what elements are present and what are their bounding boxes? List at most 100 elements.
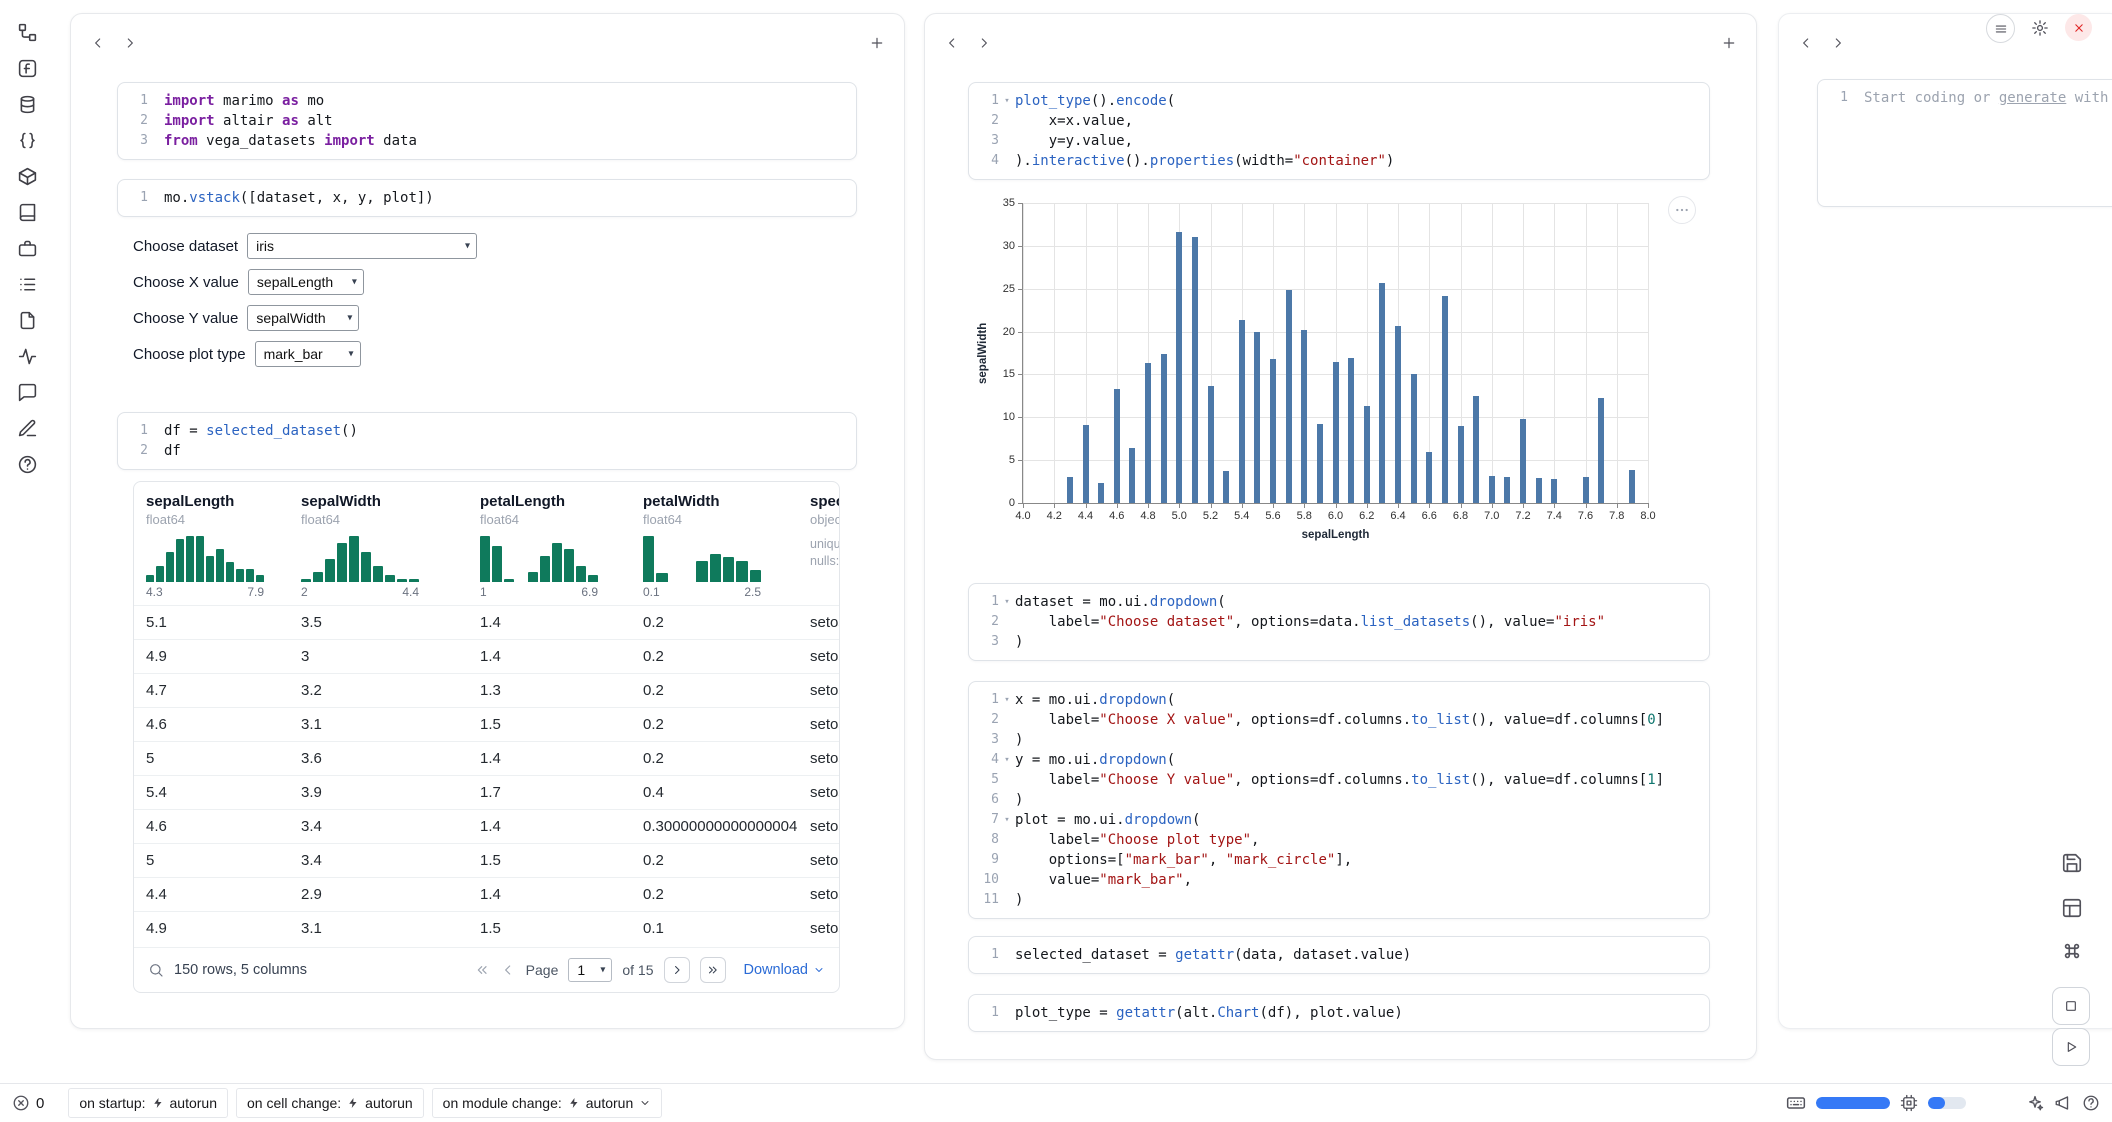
cell-plot-type-editor[interactable]: 1plot_type = getattr(alt.Chart(df), plot… (968, 994, 1710, 1032)
chart-bar[interactable] (1395, 326, 1401, 503)
chart-bar[interactable] (1442, 296, 1448, 503)
functions-icon[interactable] (17, 58, 38, 79)
autorun-on-cell-change-button[interactable]: on cell change:autorun (236, 1088, 424, 1118)
files-icon[interactable] (17, 310, 38, 331)
chart-bar[interactable] (1598, 398, 1604, 503)
page-select[interactable]: 1 (568, 958, 612, 982)
chart-bar[interactable] (1270, 359, 1276, 503)
column-header[interactable]: speciesobject (798, 492, 839, 528)
chart-bar[interactable] (1426, 452, 1432, 503)
table-row[interactable]: 4.42.91.40.2setosa (134, 877, 839, 911)
panel-forward-button[interactable] (971, 30, 997, 56)
variables-icon[interactable] (17, 130, 38, 151)
panel-forward-button[interactable] (1825, 30, 1851, 56)
table-row[interactable]: 5.43.91.70.4setosa (134, 775, 839, 809)
tracing-icon[interactable] (17, 346, 38, 367)
documentation-icon[interactable] (17, 202, 38, 223)
chart-bar[interactable] (1489, 476, 1495, 503)
cell-widgets-editor[interactable]: 1▾x = mo.ui.dropdown(2 label="Choose X v… (968, 681, 1710, 919)
cell-vstack-editor[interactable]: 1mo.vstack([dataset, x, y, plot]) (117, 179, 857, 217)
chart-bar[interactable] (1223, 471, 1229, 503)
table-row[interactable]: 4.93.11.50.1setosa (134, 911, 839, 945)
table-row[interactable]: 4.931.40.2setosa (134, 639, 839, 673)
x-value-select[interactable]: sepalLength (248, 269, 364, 295)
chart-bar[interactable] (1176, 232, 1182, 503)
errors-indicator[interactable]: 0 (12, 1094, 44, 1112)
add-cell-button[interactable] (1716, 30, 1742, 56)
chart-bar[interactable] (1254, 332, 1260, 503)
dataset-select[interactable]: iris (247, 233, 477, 259)
cell-imports-editor[interactable]: 1import marimo as mo2import altair as al… (117, 82, 857, 160)
table-row[interactable]: 4.63.41.40.30000000000000004setosa (134, 809, 839, 843)
autorun-on-startup-button[interactable]: on startup:autorun (68, 1088, 228, 1118)
table-row[interactable]: 53.41.50.2setosa (134, 843, 839, 877)
chart-bar[interactable] (1551, 479, 1557, 503)
last-page-button[interactable] (700, 957, 726, 983)
download-button[interactable]: Download (744, 962, 826, 978)
cell-dataframe-editor[interactable]: 1df = selected_dataset()2df (117, 412, 857, 470)
keyboard-shortcuts-button[interactable] (2061, 940, 2083, 962)
chat-icon[interactable] (17, 382, 38, 403)
prev-page-button[interactable] (500, 962, 516, 978)
chart-bar[interactable] (1317, 424, 1323, 503)
fold-icon[interactable]: ▾ (999, 750, 1015, 770)
panel-back-button[interactable] (85, 30, 111, 56)
chart-bar[interactable] (1098, 483, 1104, 503)
help-icon[interactable] (17, 454, 38, 475)
chart-bar[interactable] (1161, 354, 1167, 503)
y-value-select[interactable]: sepalWidth (247, 305, 359, 331)
cell-selected-dataset-editor[interactable]: 1selected_dataset = getattr(data, datase… (968, 936, 1710, 974)
chart-bar[interactable] (1129, 448, 1135, 503)
fold-icon[interactable]: ▾ (999, 690, 1015, 710)
next-page-button[interactable] (664, 957, 690, 983)
plot-type-select[interactable]: mark_bar (255, 341, 361, 367)
column-histogram[interactable] (480, 536, 598, 582)
keyboard-icon[interactable] (1786, 1093, 1806, 1113)
datasources-icon[interactable] (17, 94, 38, 115)
table-row[interactable]: 53.61.40.2setosa (134, 741, 839, 775)
first-page-button[interactable] (474, 962, 490, 978)
snippets-icon[interactable] (17, 238, 38, 259)
app-preview-button[interactable] (2052, 987, 2090, 1025)
notebook-menu-button[interactable] (1986, 14, 2015, 43)
chart-bar[interactable] (1458, 426, 1464, 503)
export-button[interactable] (2061, 852, 2083, 874)
chart-bar[interactable] (1286, 290, 1292, 503)
settings-button[interactable] (2026, 14, 2053, 41)
autorun-on-module-change-button[interactable]: on module change:autorun (432, 1088, 663, 1118)
chart-bar[interactable] (1301, 330, 1307, 503)
fold-icon[interactable]: ▾ (999, 91, 1015, 111)
chart-bar[interactable] (1083, 425, 1089, 503)
panel-back-button[interactable] (939, 30, 965, 56)
chart-bar[interactable] (1411, 374, 1417, 503)
outline-icon[interactable] (17, 274, 38, 295)
column-header[interactable]: petalWidthfloat64 (631, 492, 798, 528)
column-histogram[interactable] (643, 536, 761, 582)
shutdown-button[interactable] (2065, 14, 2092, 41)
table-row[interactable]: 5.13.51.40.2setosa (134, 605, 839, 639)
chart-bar[interactable] (1536, 478, 1542, 503)
run-all-button[interactable] (2052, 1028, 2090, 1066)
feedback-icon[interactable] (2054, 1094, 2072, 1112)
chart-bar[interactable] (1145, 363, 1151, 503)
column-header[interactable]: sepalLengthfloat64 (134, 492, 289, 528)
chart-bar[interactable] (1379, 283, 1385, 503)
add-cell-button[interactable] (864, 30, 890, 56)
cell-dataset-editor[interactable]: 1▾dataset = mo.ui.dropdown(2 label="Choo… (968, 583, 1710, 661)
scratchpad-icon[interactable] (17, 418, 38, 439)
ai-sparkle-icon[interactable] (2026, 1094, 2044, 1112)
chart-bar[interactable] (1583, 477, 1589, 503)
chart-bar[interactable] (1348, 358, 1354, 503)
chart-bar[interactable] (1629, 470, 1635, 503)
layout-toggle-button[interactable] (2061, 897, 2083, 919)
fold-icon[interactable]: ▾ (999, 810, 1015, 830)
table-row[interactable]: 4.73.21.30.2setosa (134, 673, 839, 707)
chart-bar[interactable] (1364, 406, 1370, 503)
file-explorer-icon[interactable] (17, 22, 38, 43)
chart-bar[interactable] (1473, 396, 1479, 503)
panel-back-button[interactable] (1793, 30, 1819, 56)
chart-bar[interactable] (1520, 419, 1526, 503)
packages-icon[interactable] (17, 166, 38, 187)
column-header[interactable]: sepalWidthfloat64 (289, 492, 468, 528)
column-header[interactable]: petalLengthfloat64 (468, 492, 631, 528)
